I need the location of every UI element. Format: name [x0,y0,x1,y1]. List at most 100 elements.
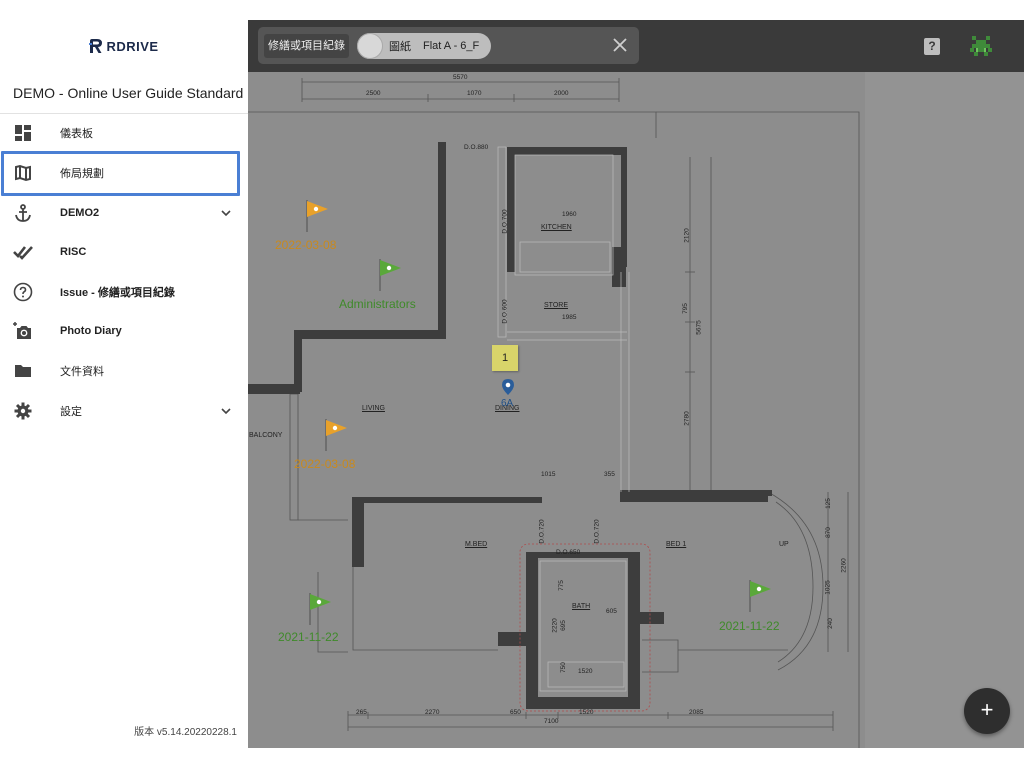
sidebar-item-demo2[interactable]: DEMO2 [0,193,248,233]
double-check-icon [12,242,34,262]
drawing-name: Flat A - 6_F [423,40,480,52]
dim-label: 2500 [366,90,381,97]
scope-chip[interactable]: 修繕或項目紀錄 [264,34,349,58]
dim-label: 695 [559,620,567,631]
dim-label: 605 [606,608,617,615]
flag-label: 2022-03-08 [294,457,356,471]
dim-label: 7100 [544,718,559,725]
rdrive-logo-icon [89,39,103,53]
top-bar: 修繕或項目紀錄 圖紙 Flat A - 6_F ? [248,20,1024,72]
sidebar-item-risc[interactable]: RISC [0,232,248,272]
drawing-thumbnail [357,33,383,59]
chevron-down-icon[interactable] [220,207,232,219]
dim-label: 355 [604,471,615,478]
drawing-chip[interactable]: 圖紙 Flat A - 6_F [357,33,491,59]
flag-marker-icon[interactable] [375,257,405,293]
room-label: UP [779,541,789,548]
dim-label: D.O.650 [556,549,581,556]
dim-label: 2780 [683,411,691,426]
filter-bar[interactable]: 修繕或項目紀錄 圖紙 Flat A - 6_F [258,27,639,64]
room-label: M.BED [465,541,488,548]
dim-label: D.O.600 [501,299,509,324]
sidebar-item-label: 文件資料 [60,366,104,378]
project-title: DEMO - Online User Guide Standard [13,85,244,101]
folder-icon [12,361,34,381]
anchor-icon [12,203,34,223]
dim-label: 1015 [541,471,556,478]
dim-label: D.O.720 [593,519,601,544]
chevron-down-icon[interactable] [220,405,232,417]
sidebar-item-label: DEMO2 [60,207,100,219]
logo-text: RDRIVE [106,38,159,54]
flag-label: Administrators [339,297,416,311]
map-icon [12,163,34,183]
help-icon[interactable]: ? [924,38,940,55]
room-label: KITCHEN [541,224,572,231]
dim-label: 870 [824,527,832,538]
flag-marker-icon[interactable] [305,591,335,627]
flag-label: 2021-11-22 [719,619,780,633]
sidebar-item-label: Photo Diary [60,325,122,337]
sidebar-item-photo-diary[interactable]: Photo Diary [0,311,248,351]
avatar[interactable] [968,34,994,60]
dim-label: 240 [826,618,834,629]
dim-label: 5675 [695,320,703,335]
add-button[interactable]: + [964,688,1010,734]
sidebar-item-label: RISC [60,246,87,258]
dim-label: D.O.880 [464,144,489,151]
dim-label: 2260 [840,558,848,573]
dim-label: 750 [559,662,567,673]
drawing-type: 圖紙 [389,41,411,53]
room-label: BED 1 [666,541,687,548]
flag-marker-icon[interactable] [745,578,775,614]
dim-label: 1985 [562,314,577,321]
sidebar-item-label: 佈局規劃 [60,168,104,180]
flag-label: 2021-11-22 [278,630,339,644]
dim-label: 2270 [425,709,440,716]
dim-label: 2085 [689,709,704,716]
app-version: 版本 v5.14.20220228.1 [134,727,237,738]
dim-label: 5570 [453,74,468,81]
dim-label: 775 [557,580,565,591]
dim-label: 795 [681,303,689,314]
room-label: STORE [544,302,568,309]
sidebar-item-label: Issue - 修繕或項目紀錄 [60,287,175,299]
dim-label: 2220 [551,618,559,633]
dim-label: 650 [510,709,521,716]
dim-label: 1025 [824,580,832,595]
dim-label: 1520 [578,668,593,675]
sidebar-item-issue[interactable]: Issue - 修繕或項目紀錄 [0,272,248,312]
floor-plan[interactable]: 5570 2500 1070 2000 D.O.880 1960 1985 10… [248,72,1024,748]
gear-icon [12,401,34,421]
dim-label: 125 [824,498,832,509]
close-icon[interactable] [611,36,629,54]
dim-label: 2120 [683,228,691,243]
dim-label: 265 [356,709,367,716]
dim-label: D.O.700 [501,209,509,234]
dim-label: 2000 [554,90,569,97]
dim-label: D.O.720 [538,519,546,544]
dashboard-icon [12,123,34,143]
dim-label: 1520 [579,709,594,716]
sticky-note[interactable]: 1 [492,345,518,371]
room-label: LIVING [362,405,385,412]
main-area: 修繕或項目紀錄 圖紙 Flat A - 6_F ? 5570 2500 1070… [248,20,1024,748]
add-camera-icon [12,321,34,341]
help-circle-icon [12,282,34,302]
sidebar-item-label: 設定 [60,406,82,418]
flag-marker-icon[interactable] [302,198,332,234]
sidebar-item-label: 儀表板 [60,128,93,140]
flag-label: 2022-03-08 [275,238,337,252]
sidebar-item-documents[interactable]: 文件資料 [0,351,248,391]
room-label: BALCONY [249,432,283,439]
sidebar-item-settings[interactable]: 設定 [0,391,248,431]
sidebar-item-dashboard[interactable]: 儀表板 [0,113,248,153]
pin-label: 6A [501,398,514,409]
sidebar-item-layout-planning[interactable]: 佈局規劃 [0,153,248,193]
sidebar: RDRIVE DEMO - Online User Guide Standard… [0,0,248,768]
room-label: BATH [572,603,591,610]
app-logo: RDRIVE [0,38,248,54]
flag-marker-icon[interactable] [321,417,351,453]
dim-label: 1070 [467,90,482,97]
location-pin-icon[interactable] [502,379,514,395]
